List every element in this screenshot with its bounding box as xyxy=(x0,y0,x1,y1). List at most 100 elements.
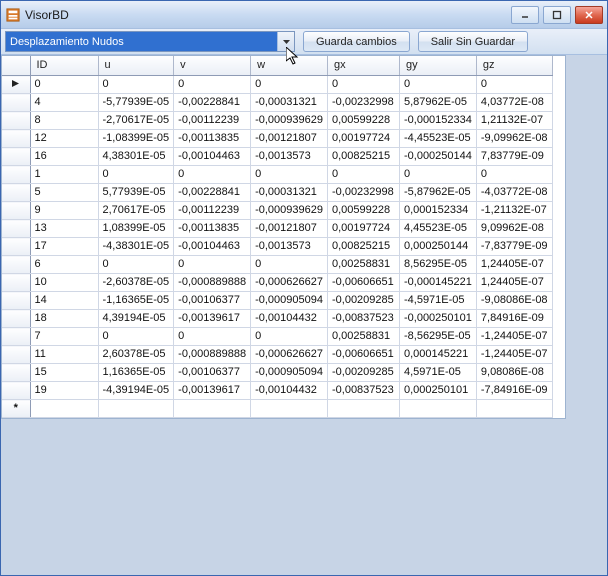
col-header[interactable]: gz xyxy=(476,56,552,76)
cell[interactable]: -0,00232998 xyxy=(327,184,399,202)
cell[interactable] xyxy=(98,400,174,418)
cell[interactable]: -0,000145221 xyxy=(399,274,476,292)
cell[interactable]: 1,08399E-05 xyxy=(98,220,174,238)
titlebar[interactable]: VisorBD xyxy=(1,1,607,29)
chevron-down-icon[interactable] xyxy=(277,32,294,51)
cell[interactable]: -0,00606651 xyxy=(327,274,399,292)
current-row-indicator-icon[interactable] xyxy=(2,76,30,94)
table-row[interactable]: 12-1,08399E-05-0,00113835-0,001218070,00… xyxy=(2,130,552,148)
cell[interactable]: 0 xyxy=(174,328,251,346)
col-header[interactable]: u xyxy=(98,56,174,76)
cell[interactable]: 16 xyxy=(30,148,98,166)
cell[interactable]: -0,00209285 xyxy=(327,292,399,310)
row-header[interactable] xyxy=(2,112,30,130)
cell[interactable]: 15 xyxy=(30,364,98,382)
row-header-corner[interactable] xyxy=(2,56,30,76)
cell[interactable]: -0,000905094 xyxy=(251,364,328,382)
col-header[interactable]: w xyxy=(251,56,328,76)
cell[interactable]: 8,56295E-05 xyxy=(399,256,476,274)
cell[interactable]: 4,45523E-05 xyxy=(399,220,476,238)
cell[interactable]: 0 xyxy=(251,166,328,184)
cell[interactable]: -0,00113835 xyxy=(174,130,251,148)
cell[interactable]: -0,00104463 xyxy=(174,238,251,256)
cell[interactable]: -4,03772E-08 xyxy=(476,184,552,202)
cell[interactable]: 0,00599228 xyxy=(327,202,399,220)
cell[interactable]: -0,00104432 xyxy=(251,310,328,328)
cell[interactable]: -1,21132E-07 xyxy=(476,202,552,220)
cell[interactable]: -0,00139617 xyxy=(174,382,251,400)
maximize-button[interactable] xyxy=(543,6,571,24)
col-header[interactable]: v xyxy=(174,56,251,76)
cell[interactable]: -0,000626627 xyxy=(251,274,328,292)
cell[interactable]: 9,08086E-08 xyxy=(476,364,552,382)
cell[interactable]: 0,00599228 xyxy=(327,112,399,130)
table-row[interactable]: 19-4,39194E-05-0,00139617-0,00104432-0,0… xyxy=(2,382,552,400)
cell[interactable]: -2,70617E-05 xyxy=(98,112,174,130)
cell[interactable]: -7,84916E-09 xyxy=(476,382,552,400)
cell[interactable]: 9 xyxy=(30,202,98,220)
cell[interactable] xyxy=(30,400,98,418)
cell[interactable]: -0,00106377 xyxy=(174,292,251,310)
table-row[interactable]: 164,38301E-05-0,00104463-0,00135730,0082… xyxy=(2,148,552,166)
cell[interactable]: -0,00113835 xyxy=(174,220,251,238)
cell[interactable]: 0 xyxy=(174,256,251,274)
cell[interactable]: -0,000152334 xyxy=(399,112,476,130)
row-header[interactable] xyxy=(2,184,30,202)
close-button[interactable] xyxy=(575,6,603,24)
cell[interactable]: 7,84916E-09 xyxy=(476,310,552,328)
col-header[interactable]: ID xyxy=(30,56,98,76)
cell[interactable]: -0,000939629 xyxy=(251,202,328,220)
exit-button[interactable]: Salir Sin Guardar xyxy=(418,31,528,52)
cell[interactable]: -4,39194E-05 xyxy=(98,382,174,400)
col-header[interactable]: gy xyxy=(399,56,476,76)
cell[interactable]: 8 xyxy=(30,112,98,130)
cell[interactable]: -0,000905094 xyxy=(251,292,328,310)
cell[interactable]: 0 xyxy=(251,76,328,94)
cell[interactable]: -1,16365E-05 xyxy=(98,292,174,310)
cell[interactable]: 11 xyxy=(30,346,98,364)
cell[interactable]: 0 xyxy=(327,166,399,184)
row-header[interactable] xyxy=(2,292,30,310)
row-header[interactable] xyxy=(2,346,30,364)
minimize-button[interactable] xyxy=(511,6,539,24)
cell[interactable]: 14 xyxy=(30,292,98,310)
cell[interactable]: -0,00837523 xyxy=(327,382,399,400)
row-header[interactable] xyxy=(2,202,30,220)
cell[interactable] xyxy=(327,400,399,418)
cell[interactable]: 0 xyxy=(98,328,174,346)
cell[interactable]: -0,00031321 xyxy=(251,184,328,202)
cell[interactable]: -0,00121807 xyxy=(251,130,328,148)
cell[interactable]: 5,87962E-05 xyxy=(399,94,476,112)
cell[interactable]: -9,09962E-08 xyxy=(476,130,552,148)
table-row[interactable]: 0000000 xyxy=(2,76,552,94)
cell[interactable]: 0 xyxy=(476,76,552,94)
cell[interactable]: 7 xyxy=(30,328,98,346)
cell[interactable]: 10 xyxy=(30,274,98,292)
cell[interactable]: -9,08086E-08 xyxy=(476,292,552,310)
cell[interactable]: -0,00606651 xyxy=(327,346,399,364)
cell[interactable]: -0,00232998 xyxy=(327,94,399,112)
row-header[interactable] xyxy=(2,382,30,400)
cell[interactable]: 6 xyxy=(30,256,98,274)
cell[interactable]: 0,000250144 xyxy=(399,238,476,256)
cell[interactable]: -5,87962E-05 xyxy=(399,184,476,202)
cell[interactable]: -4,45523E-05 xyxy=(399,130,476,148)
cell[interactable]: 1,24405E-07 xyxy=(476,274,552,292)
row-header[interactable] xyxy=(2,220,30,238)
data-grid[interactable]: ID u v w gx gy gz 00000004-5,77939E-05-0… xyxy=(1,55,566,419)
cell[interactable]: -0,00106377 xyxy=(174,364,251,382)
row-header[interactable] xyxy=(2,310,30,328)
row-header[interactable] xyxy=(2,256,30,274)
grid-area[interactable]: ID u v w gx gy gz 00000004-5,77939E-05-0… xyxy=(1,55,607,575)
cell[interactable]: 0,00258831 xyxy=(327,256,399,274)
cell[interactable]: 5 xyxy=(30,184,98,202)
table-row[interactable]: 112,60378E-05-0,000889888-0,000626627-0,… xyxy=(2,346,552,364)
cell[interactable]: -1,24405E-07 xyxy=(476,346,552,364)
cell[interactable]: -0,000889888 xyxy=(174,346,251,364)
cell[interactable]: -0,00139617 xyxy=(174,310,251,328)
cell[interactable]: -0,00112239 xyxy=(174,202,251,220)
cell[interactable]: 0 xyxy=(327,76,399,94)
cell[interactable]: 0 xyxy=(30,76,98,94)
cell[interactable]: -0,00104432 xyxy=(251,382,328,400)
dataset-combobox[interactable]: Desplazamiento Nudos xyxy=(5,31,295,52)
